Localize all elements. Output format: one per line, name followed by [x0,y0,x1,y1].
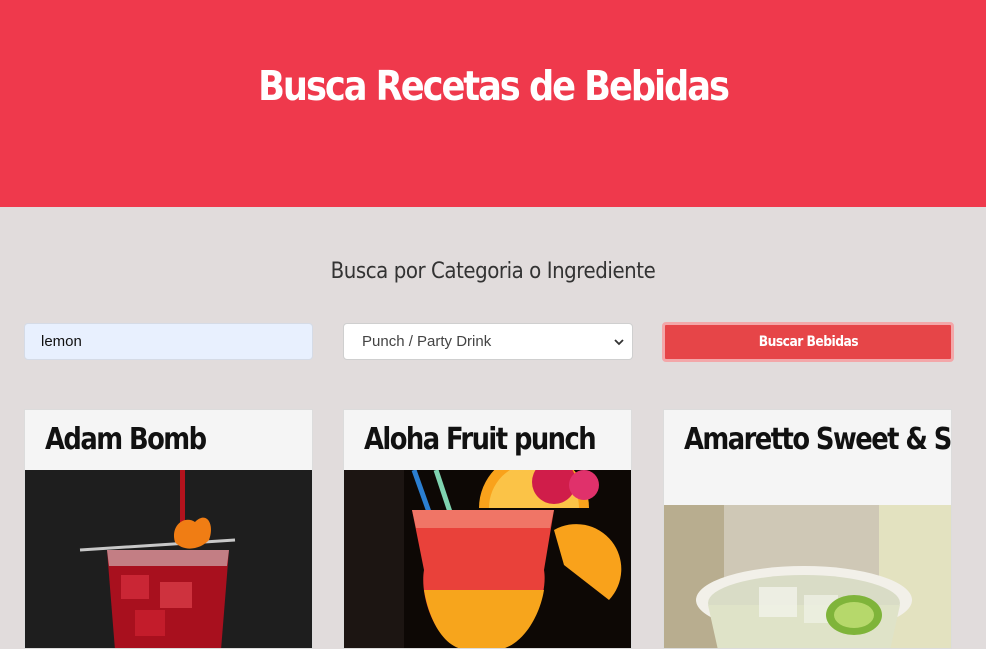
drink-photo[interactable] [344,453,631,648]
drink-card[interactable]: Adam Bomb [24,409,313,649]
drink-card-title: Amaretto Sweet & Sour [684,422,951,457]
drink-card-title: Aloha Fruit punch [364,422,597,457]
category-select[interactable]: Punch / Party Drink [343,323,633,360]
search-drinks-button[interactable]: Buscar Bebidas [662,322,954,362]
page-header: Busca Recetas de Bebidas [0,0,986,207]
drink-card[interactable]: Aloha Fruit punch [343,409,632,649]
category-select-value: Punch / Party Drink [362,333,492,350]
page-title: Busca Recetas de Bebidas [258,62,730,110]
drink-photo[interactable] [664,505,951,648]
drink-photo[interactable] [25,470,312,648]
search-drinks-button-label: Buscar Bebidas [758,334,858,350]
drink-card[interactable]: Amaretto Sweet & Sour [663,409,952,649]
drink-card-title: Adam Bomb [45,422,207,457]
ingredient-search-input[interactable] [24,323,313,360]
search-subtitle: Busca por Categoria o Ingrediente [330,259,656,284]
chevron-down-icon [606,324,632,359]
